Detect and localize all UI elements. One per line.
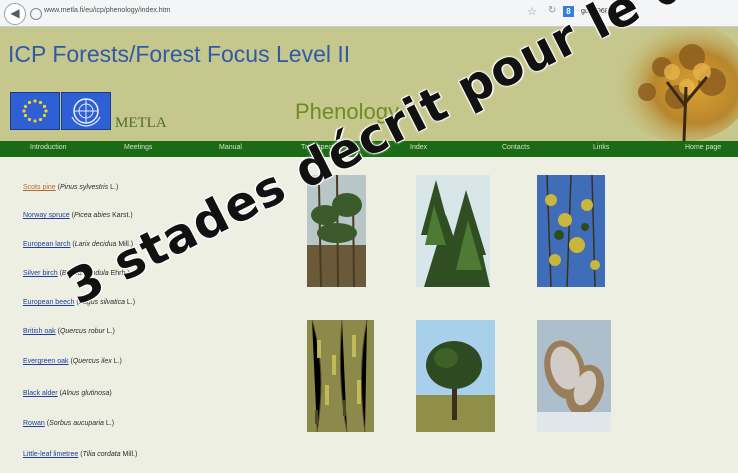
bookmark-star-icon[interactable]: ☆: [527, 5, 537, 18]
nav-home-page[interactable]: Home page: [685, 144, 721, 151]
species-item: Scots pine (Pinus sylvestris L.): [23, 184, 119, 191]
species-link[interactable]: European larch: [23, 241, 70, 248]
nav-manual[interactable]: Manual: [219, 144, 242, 151]
site-title: ICP Forests/Forest Focus Level II: [8, 41, 351, 67]
phenology-photo[interactable]: [416, 320, 495, 432]
phenology-photo[interactable]: [416, 175, 490, 287]
species-link[interactable]: Black alder: [23, 390, 58, 397]
nav-meetings[interactable]: Meetings: [124, 144, 152, 151]
nav-links[interactable]: Links: [593, 144, 609, 151]
species-link[interactable]: Little-leaf limetree: [23, 451, 78, 458]
phenology-photo[interactable]: [307, 320, 374, 432]
phenology-photo[interactable]: [537, 320, 611, 432]
phenology-photo[interactable]: [537, 175, 605, 287]
eu-flag-icon: [10, 92, 60, 130]
nav-introduction[interactable]: Introduction: [30, 144, 67, 151]
metla-logo: METLA: [115, 115, 167, 131]
species-item: Rowan (Sorbus aucuparia L.): [23, 420, 115, 427]
species-item: Norway spruce (Picea abies Karst.): [23, 212, 133, 219]
species-link[interactable]: Rowan: [23, 420, 45, 427]
address-bar[interactable]: www.metla.fi/eu/icp/phenology/index.htm: [44, 7, 170, 14]
back-arrow-icon[interactable]: ◀: [4, 3, 26, 25]
species-link[interactable]: British oak: [23, 328, 56, 335]
globe-icon: [30, 8, 42, 20]
species-link[interactable]: Evergreen oak: [23, 358, 69, 365]
species-link[interactable]: Norway spruce: [23, 212, 70, 219]
species-item: Evergreen oak (Quercus ilex L.): [23, 358, 122, 365]
un-emblem-icon: [61, 92, 111, 130]
species-item: Black alder (Alnus glutinosa): [23, 390, 112, 397]
species-link[interactable]: European beech: [23, 299, 74, 306]
nav-contacts[interactable]: Contacts: [502, 144, 530, 151]
species-item: Little-leaf limetree (Tilia cordata Mill…: [23, 451, 138, 458]
species-link[interactable]: Silver birch: [23, 270, 58, 277]
species-link[interactable]: Scots pine: [23, 184, 56, 191]
species-item: British oak (Quercus robur L.): [23, 328, 115, 335]
